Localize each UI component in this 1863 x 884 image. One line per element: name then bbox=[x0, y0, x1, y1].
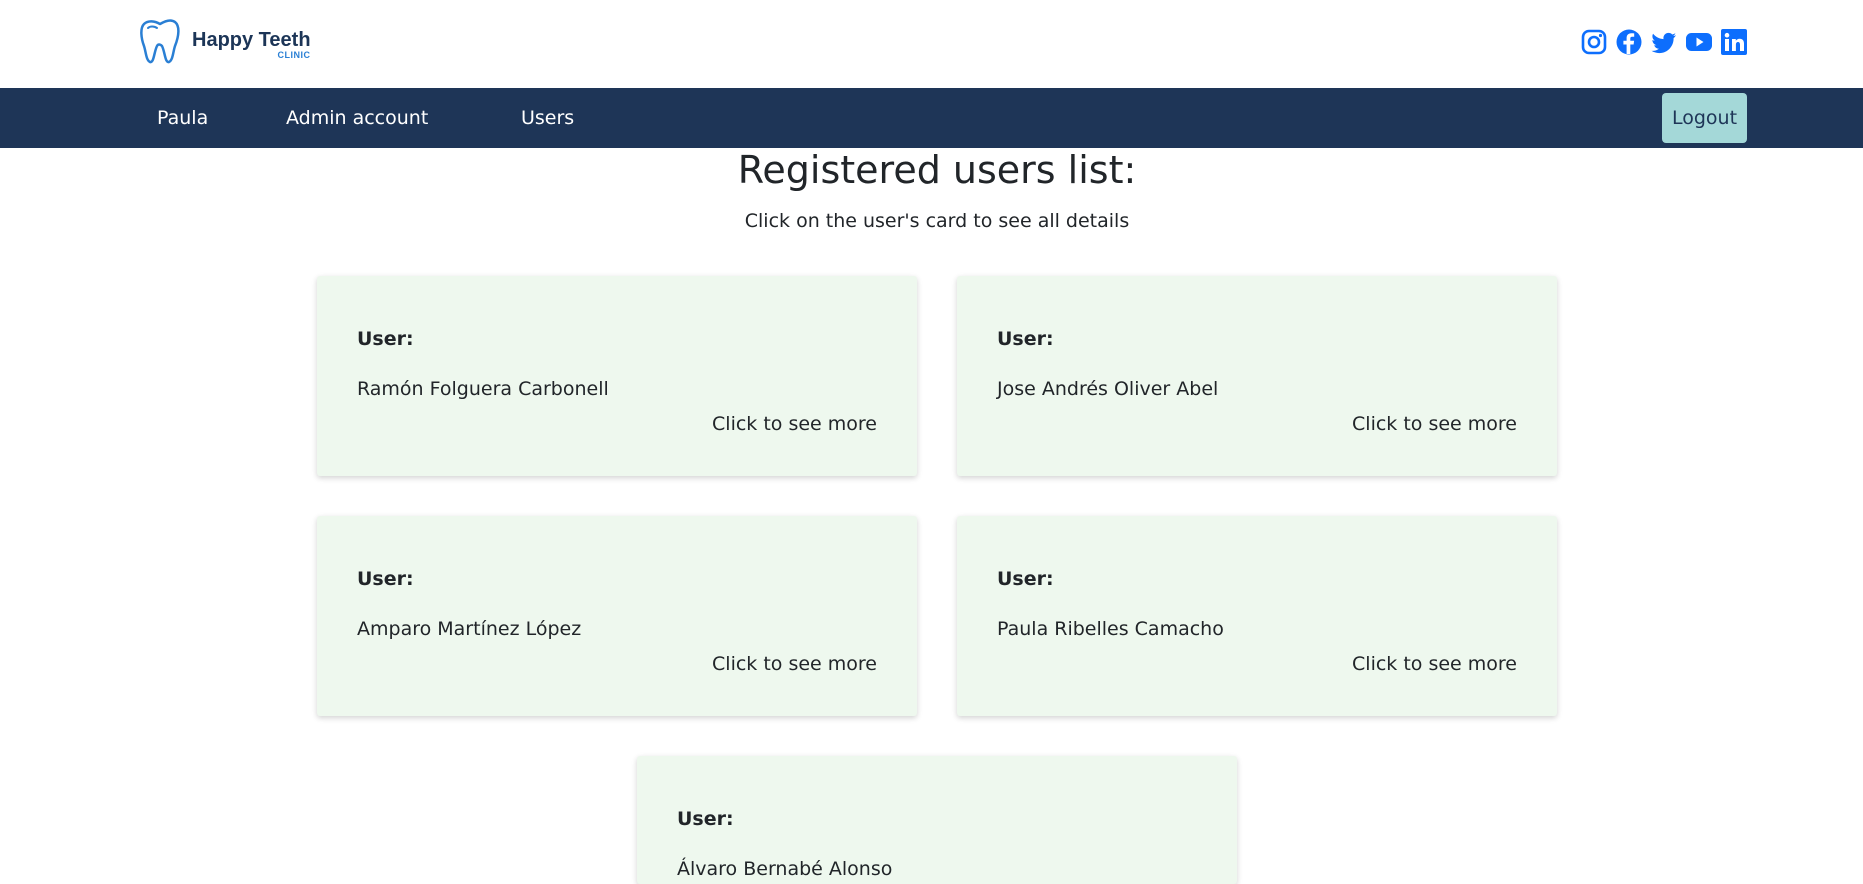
user-card-more-link[interactable]: Click to see more bbox=[712, 653, 877, 675]
user-card-name: Jose Andrés Oliver Abel bbox=[997, 378, 1219, 400]
top-bar: Happy Teeth CLINIC bbox=[0, 0, 1863, 88]
user-card[interactable]: User: Amparo Martínez López Click to see… bbox=[317, 516, 917, 716]
user-card[interactable]: User: Ramón Folguera Carbonell Click to … bbox=[317, 276, 917, 476]
user-card-label: User: bbox=[997, 568, 1054, 590]
user-card[interactable]: User: Paula Ribelles Camacho Click to se… bbox=[957, 516, 1557, 716]
nav-item-profile[interactable]: Paula bbox=[157, 88, 208, 148]
logo-text: Happy Teeth CLINIC bbox=[192, 30, 311, 60]
user-card-more-link[interactable]: Click to see more bbox=[712, 413, 877, 435]
nav-item-users[interactable]: Users bbox=[521, 88, 574, 148]
user-card[interactable]: User: Álvaro Bernabé Alonso bbox=[637, 756, 1237, 884]
instagram-icon[interactable] bbox=[1580, 28, 1608, 56]
youtube-icon[interactable] bbox=[1685, 28, 1713, 56]
page-title: Registered users list: bbox=[737, 148, 1137, 192]
user-card-label: User: bbox=[357, 568, 414, 590]
user-card[interactable]: User: Jose Andrés Oliver Abel Click to s… bbox=[957, 276, 1557, 476]
social-links bbox=[1580, 28, 1748, 56]
main-navbar: Paula Admin account Users Logout bbox=[0, 88, 1863, 148]
twitter-icon[interactable] bbox=[1650, 28, 1678, 56]
facebook-icon[interactable] bbox=[1615, 28, 1643, 56]
linkedin-icon[interactable] bbox=[1720, 28, 1748, 56]
user-card-name: Paula Ribelles Camacho bbox=[997, 618, 1224, 640]
user-card-name: Ramón Folguera Carbonell bbox=[357, 378, 609, 400]
user-card-label: User: bbox=[997, 328, 1054, 350]
user-card-label: User: bbox=[357, 328, 414, 350]
user-card-label: User: bbox=[677, 808, 734, 830]
logout-button[interactable]: Logout bbox=[1662, 93, 1747, 143]
brand-name: Happy Teeth bbox=[192, 29, 311, 51]
user-card-name: Amparo Martínez López bbox=[357, 618, 582, 640]
clinic-logo[interactable]: Happy Teeth CLINIC bbox=[138, 18, 311, 64]
user-card-more-link[interactable]: Click to see more bbox=[1352, 413, 1517, 435]
nav-item-admin-account[interactable]: Admin account bbox=[286, 88, 428, 148]
page-subtitle: Click on the user's card to see all deta… bbox=[744, 210, 1130, 232]
tooth-icon bbox=[140, 19, 180, 64]
user-card-more-link[interactable]: Click to see more bbox=[1352, 653, 1517, 675]
brand-sub: CLINIC bbox=[277, 50, 311, 60]
user-card-name: Álvaro Bernabé Alonso bbox=[677, 858, 893, 880]
